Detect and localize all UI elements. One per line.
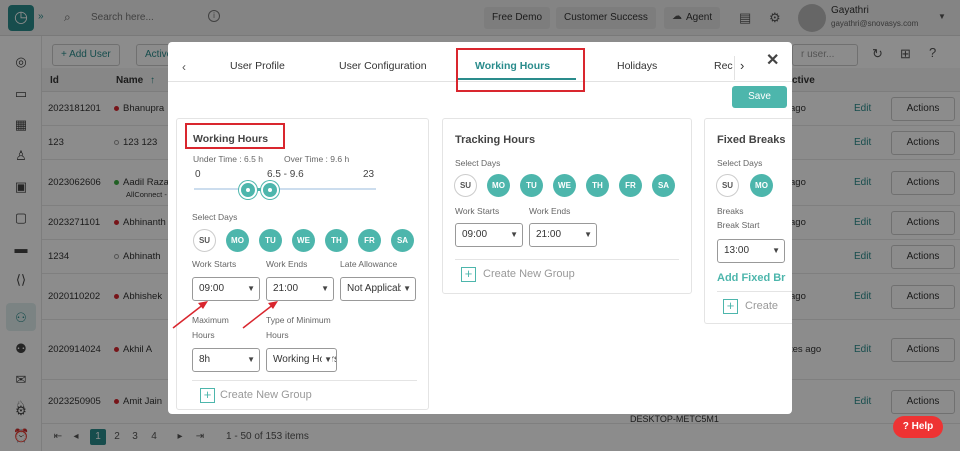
arrow-line-1 xyxy=(172,303,205,329)
annotation-arrows xyxy=(172,301,278,329)
arrow-line-2 xyxy=(242,303,275,329)
